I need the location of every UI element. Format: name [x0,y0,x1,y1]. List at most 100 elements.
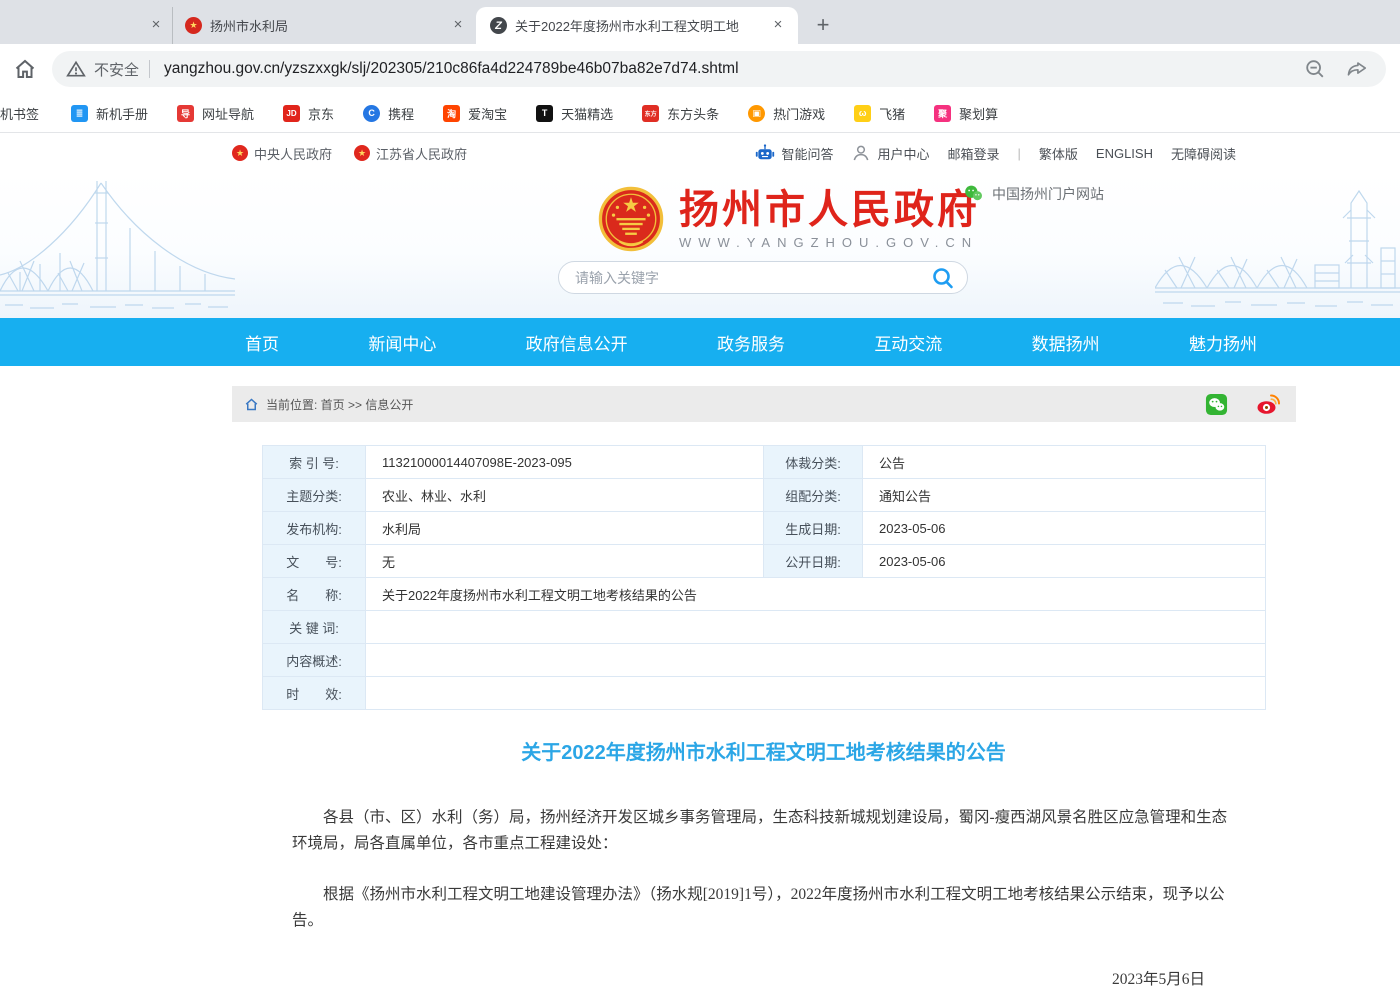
meta-label: 索 引 号: [263,446,366,479]
meta-label: 组配分类: [764,479,863,512]
nav-item-charming-yangzhou[interactable]: 魅力扬州 [1189,330,1257,355]
meta-label: 文 号: [263,545,366,578]
meta-label: 名 称: [263,578,366,611]
site-logo[interactable]: 扬州市人民政府 WWW.YANGZHOU.GOV.CN [598,186,980,252]
bookmark-phone-bookmarks[interactable]: 机书签 [0,104,39,123]
home-icon[interactable] [12,56,38,82]
table-row: 主题分类: 农业、林业、水利 组配分类: 通知公告 [263,479,1266,512]
eastday-icon: 东方 [642,105,659,122]
tab-close-icon[interactable]: × [146,16,166,36]
meta-value [366,611,1266,644]
gov-emblem-favicon-icon: ★ [185,17,202,34]
address-bar[interactable]: 不安全 yangzhou.gov.cn/yzszxxgk/slj/202305/… [52,51,1386,87]
taobao-icon: 淘 [443,105,460,122]
breadcrumb[interactable]: 当前位置: 首页 >> 信息公开 [266,396,413,413]
bookmarks-bar: 机书签 ≣ 新机手册 导 网址导航 JD 京东 C 携程 淘 爱淘宝 T 天猫精… [0,94,1400,133]
search-bar[interactable] [558,261,968,294]
meta-label: 关 键 词: [263,611,366,644]
bookmark-label: 京东 [308,104,334,123]
table-row: 索 引 号: 11321000014407098E-2023-095 体裁分类:… [263,446,1266,479]
gov-emblem-icon: ★ [232,145,248,161]
breadcrumb-bar: 当前位置: 首页 >> 信息公开 [232,386,1296,422]
smart-qa-link[interactable]: 智能问答 [781,144,833,163]
bookmark-ctrip[interactable]: C 携程 [363,104,414,123]
bookmark-jd[interactable]: JD 京东 [283,104,334,123]
article-paragraph: 各县（市、区）水利（务）局，扬州经济开发区城乡事务管理局，生态科技新城规划建设局… [292,805,1235,857]
nav-item-data-yangzhou[interactable]: 数据扬州 [1032,330,1100,355]
bookmark-new-phone-manual[interactable]: ≣ 新机手册 [71,104,148,123]
nav-item-services[interactable]: 政务服务 [717,330,785,355]
meta-value [366,677,1266,710]
nav-item-news[interactable]: 新闻中心 [368,330,436,355]
tab-active-announcement[interactable]: Z 关于2022年度扬州市水利工程文明工地 × [476,7,798,44]
book-icon: ≣ [71,105,88,122]
tab-close-icon[interactable]: × [768,16,788,36]
utility-separator: | [1018,146,1021,161]
gov-link-label: 江苏省人民政府 [376,144,467,163]
article-title: 关于2022年度扬州市水利工程文明工地考核结果的公告 [262,736,1265,765]
meta-label: 体裁分类: [764,446,863,479]
bookmark-label: 网址导航 [202,104,254,123]
portal-label: 中国扬州门户网站 [992,184,1104,204]
traditional-chinese-link[interactable]: 繁体版 [1039,144,1078,163]
bookmark-url-navigation[interactable]: 导 网址导航 [177,104,254,123]
table-row: 时 效: [263,677,1266,710]
jd-icon: JD [283,105,300,122]
site-favicon-icon: Z [490,17,507,34]
gov-link-label: 中央人民政府 [254,144,332,163]
bookmark-tmall[interactable]: T 天猫精选 [536,104,613,123]
bookmark-eastday[interactable]: 东方 东方头条 [642,104,719,123]
search-icon[interactable] [931,266,955,290]
tab-partial[interactable]: × [0,7,172,44]
site-name: 扬州市人民政府 [679,188,980,232]
bookmark-juhuasuan[interactable]: 聚 聚划算 [934,104,998,123]
link-jiangsu-government[interactable]: ★ 江苏省人民政府 [354,144,467,163]
tab-close-icon[interactable]: × [448,16,468,36]
meta-value: 2023-05-06 [863,545,1266,578]
document-meta-table: 索 引 号: 11321000014407098E-2023-095 体裁分类:… [262,445,1266,710]
meta-value: 11321000014407098E-2023-095 [366,446,764,479]
bookmark-label: 携程 [388,104,414,123]
tab-title: 关于2022年度扬州市水利工程文明工地 [515,16,768,35]
meta-value: 2023-05-06 [863,512,1266,545]
user-center-link[interactable]: 用户中心 [877,144,929,163]
share-icon[interactable] [1346,58,1368,80]
bookmark-hot-games[interactable]: ▣ 热门游戏 [748,104,825,123]
url-text[interactable]: yangzhou.gov.cn/yzszxxgk/slj/202305/210c… [164,60,1284,78]
dolphin-icon: C [363,105,380,122]
bookmark-label: 聚划算 [959,104,998,123]
meta-value [366,644,1266,677]
breadcrumb-home-icon[interactable] [244,397,259,412]
portal-link[interactable]: 中国扬州门户网站 [963,183,1104,204]
wechat-share-icon[interactable] [1205,393,1228,416]
accessibility-link[interactable]: 无障碍阅读 [1171,144,1236,163]
security-label: 不安全 [94,59,139,80]
table-row: 文 号: 无 公开日期: 2023-05-06 [263,545,1266,578]
content-card: 当前位置: 首页 >> 信息公开 索 引 号: 1132100001440 [232,386,1296,997]
tab-yangzhou-water-bureau[interactable]: ★ 扬州市水利局 × [172,7,476,44]
search-input[interactable] [575,270,931,286]
table-row: 关 键 词: [263,611,1266,644]
table-row: 内容概述: [263,644,1266,677]
mail-login-link[interactable]: 邮箱登录 [947,144,999,163]
nav-site-icon: 导 [177,105,194,122]
site-domain: WWW.YANGZHOU.GOV.CN [679,235,980,250]
nav-item-interaction[interactable]: 互动交流 [874,330,942,355]
bookmark-aitaobao[interactable]: 淘 爱淘宝 [443,104,507,123]
pig-icon: ω [854,105,871,122]
bookmark-label: 热门游戏 [773,104,825,123]
link-central-government[interactable]: ★ 中央人民政府 [232,144,332,163]
nav-item-info-disclosure[interactable]: 政府信息公开 [526,330,628,355]
weibo-share-icon[interactable] [1256,392,1280,416]
bookmark-label: 机书签 [0,104,39,123]
zoom-out-icon[interactable] [1304,58,1326,80]
english-link[interactable]: ENGLISH [1096,146,1153,161]
not-secure-warning-icon[interactable] [66,59,86,79]
nav-item-home[interactable]: 首页 [245,330,279,355]
bookmark-fliggy[interactable]: ω 飞猪 [854,104,905,123]
meta-label: 时 效: [263,677,366,710]
wechat-globe-icon [963,183,984,204]
table-row: 发布机构: 水利局 生成日期: 2023-05-06 [263,512,1266,545]
tmall-icon: T [536,105,553,122]
new-tab-button[interactable]: + [808,10,838,40]
